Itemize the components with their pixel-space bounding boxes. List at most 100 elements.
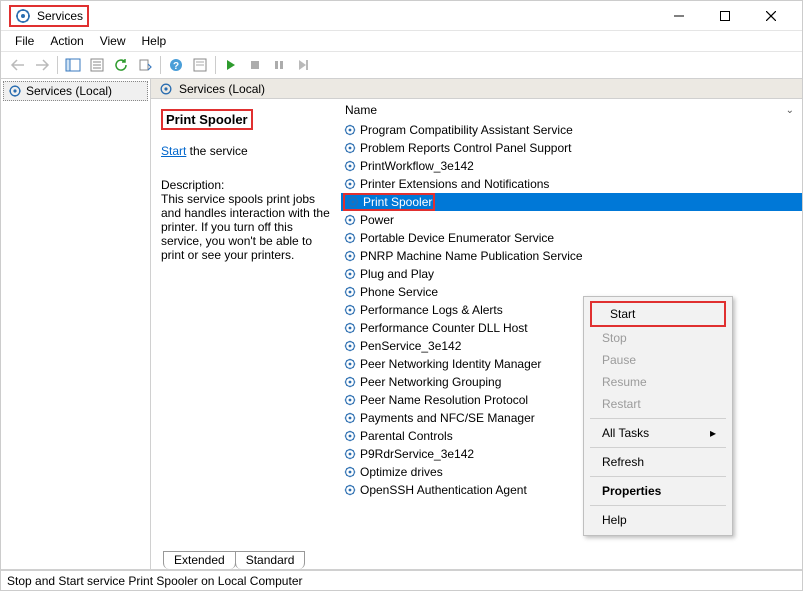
- service-row[interactable]: Plug and Play: [341, 265, 802, 283]
- gear-icon: [343, 447, 357, 461]
- gear-icon: [343, 123, 357, 137]
- ctx-stop[interactable]: Stop: [584, 327, 732, 349]
- gear-icon: [343, 213, 357, 227]
- service-name: Peer Networking Identity Manager: [360, 357, 541, 371]
- maximize-button[interactable]: [702, 1, 748, 31]
- status-bar: Stop and Start service Print Spooler on …: [1, 570, 802, 590]
- column-name[interactable]: Name ⌄: [341, 103, 794, 117]
- stop-service-button[interactable]: [244, 54, 266, 76]
- gear-icon: [343, 375, 357, 389]
- forward-button[interactable]: [31, 54, 53, 76]
- service-name: PrintWorkflow_3e142: [360, 159, 474, 173]
- close-button[interactable]: [748, 1, 794, 31]
- gear-icon: [343, 267, 357, 281]
- gear-icon: [346, 195, 360, 209]
- ctx-properties[interactable]: Properties: [584, 480, 732, 502]
- service-action-line: Start the service: [161, 144, 331, 158]
- service-name: PNRP Machine Name Publication Service: [360, 249, 583, 263]
- detail-panel: Print Spooler Start the service Descript…: [151, 99, 341, 547]
- tab-strip: Extended Standard: [151, 547, 802, 569]
- title-bar: Services: [1, 1, 802, 31]
- show-hide-tree-button[interactable]: [62, 54, 84, 76]
- refresh-button[interactable]: [110, 54, 132, 76]
- tab-standard[interactable]: Standard: [235, 551, 306, 569]
- services-icon: [15, 8, 31, 24]
- pane-header: Services (Local): [151, 79, 802, 99]
- tree-node-label: Services (Local): [26, 84, 112, 98]
- services-icon: [159, 82, 173, 96]
- export-button[interactable]: [134, 54, 156, 76]
- service-row[interactable]: Program Compatibility Assistant Service: [341, 121, 802, 139]
- window-title: Services: [37, 9, 83, 23]
- center-pane: Services (Local) Print Spooler Start the…: [151, 79, 802, 569]
- menu-help[interactable]: Help: [134, 32, 175, 50]
- gear-icon: [343, 357, 357, 371]
- gear-icon: [343, 141, 357, 155]
- restart-service-button[interactable]: [292, 54, 314, 76]
- service-row[interactable]: Print Spooler: [341, 193, 802, 211]
- ctx-all-tasks-label: All Tasks: [602, 426, 649, 440]
- back-button[interactable]: [7, 54, 29, 76]
- ctx-divider: [590, 418, 726, 419]
- service-name: Plug and Play: [360, 267, 434, 281]
- pause-service-button[interactable]: [268, 54, 290, 76]
- service-name: PenService_3e142: [360, 339, 461, 353]
- gear-icon: [343, 303, 357, 317]
- ctx-all-tasks[interactable]: All Tasks ▸: [584, 422, 732, 444]
- ctx-divider: [590, 476, 726, 477]
- ctx-resume[interactable]: Resume: [584, 371, 732, 393]
- ctx-help[interactable]: Help: [584, 509, 732, 531]
- svg-text:?: ?: [173, 61, 179, 72]
- gear-icon: [343, 177, 357, 191]
- gear-icon: [343, 231, 357, 245]
- tab-extended[interactable]: Extended: [163, 551, 236, 569]
- service-name: Performance Counter DLL Host: [360, 321, 528, 335]
- service-row[interactable]: Portable Device Enumerator Service: [341, 229, 802, 247]
- service-name: Print Spooler: [363, 195, 432, 209]
- chevron-right-icon: ▸: [710, 426, 716, 440]
- list-header: Name ⌄: [341, 99, 802, 121]
- service-row[interactable]: PrintWorkflow_3e142: [341, 157, 802, 175]
- description-text: This service spools print jobs and handl…: [161, 192, 331, 262]
- selected-service-title: Print Spooler: [166, 112, 248, 127]
- ctx-restart[interactable]: Restart: [584, 393, 732, 415]
- chevron-down-icon: ⌄: [786, 105, 794, 116]
- service-name: OpenSSH Authentication Agent: [360, 483, 527, 497]
- minimize-button[interactable]: [656, 1, 702, 31]
- pane-header-label: Services (Local): [179, 82, 265, 96]
- menu-view[interactable]: View: [92, 32, 134, 50]
- status-text: Stop and Start service Print Spooler on …: [7, 574, 303, 588]
- service-name: Program Compatibility Assistant Service: [360, 123, 573, 137]
- gear-icon: [343, 159, 357, 173]
- help-button[interactable]: ?: [165, 54, 187, 76]
- service-name: Peer Name Resolution Protocol: [360, 393, 528, 407]
- gear-icon: [343, 483, 357, 497]
- ctx-start[interactable]: Start: [592, 303, 724, 325]
- column-name-label: Name: [345, 103, 377, 117]
- service-name: Phone Service: [360, 285, 438, 299]
- gear-icon: [343, 321, 357, 335]
- gear-icon: [343, 393, 357, 407]
- properties-button[interactable]: [86, 54, 108, 76]
- services-icon: [8, 84, 22, 98]
- ctx-divider: [590, 505, 726, 506]
- service-row[interactable]: PNRP Machine Name Publication Service: [341, 247, 802, 265]
- service-row[interactable]: Printer Extensions and Notifications: [341, 175, 802, 193]
- tree-pane: Services (Local): [1, 79, 151, 569]
- service-name: Problem Reports Control Panel Support: [360, 141, 571, 155]
- menu-bar: File Action View Help: [1, 31, 802, 51]
- service-row[interactable]: Power: [341, 211, 802, 229]
- ctx-pause[interactable]: Pause: [584, 349, 732, 371]
- ctx-refresh[interactable]: Refresh: [584, 451, 732, 473]
- menu-action[interactable]: Action: [42, 32, 91, 50]
- start-service-button[interactable]: [220, 54, 242, 76]
- toolbar: ?: [1, 51, 802, 79]
- start-link[interactable]: Start: [161, 144, 186, 158]
- context-menu: Start Stop Pause Resume Restart All Task…: [583, 296, 733, 536]
- window-controls: [656, 1, 794, 31]
- menu-file[interactable]: File: [7, 32, 42, 50]
- tree-node-services-local[interactable]: Services (Local): [3, 81, 148, 101]
- help-topic-button[interactable]: [189, 54, 211, 76]
- ctx-divider: [590, 447, 726, 448]
- service-row[interactable]: Problem Reports Control Panel Support: [341, 139, 802, 157]
